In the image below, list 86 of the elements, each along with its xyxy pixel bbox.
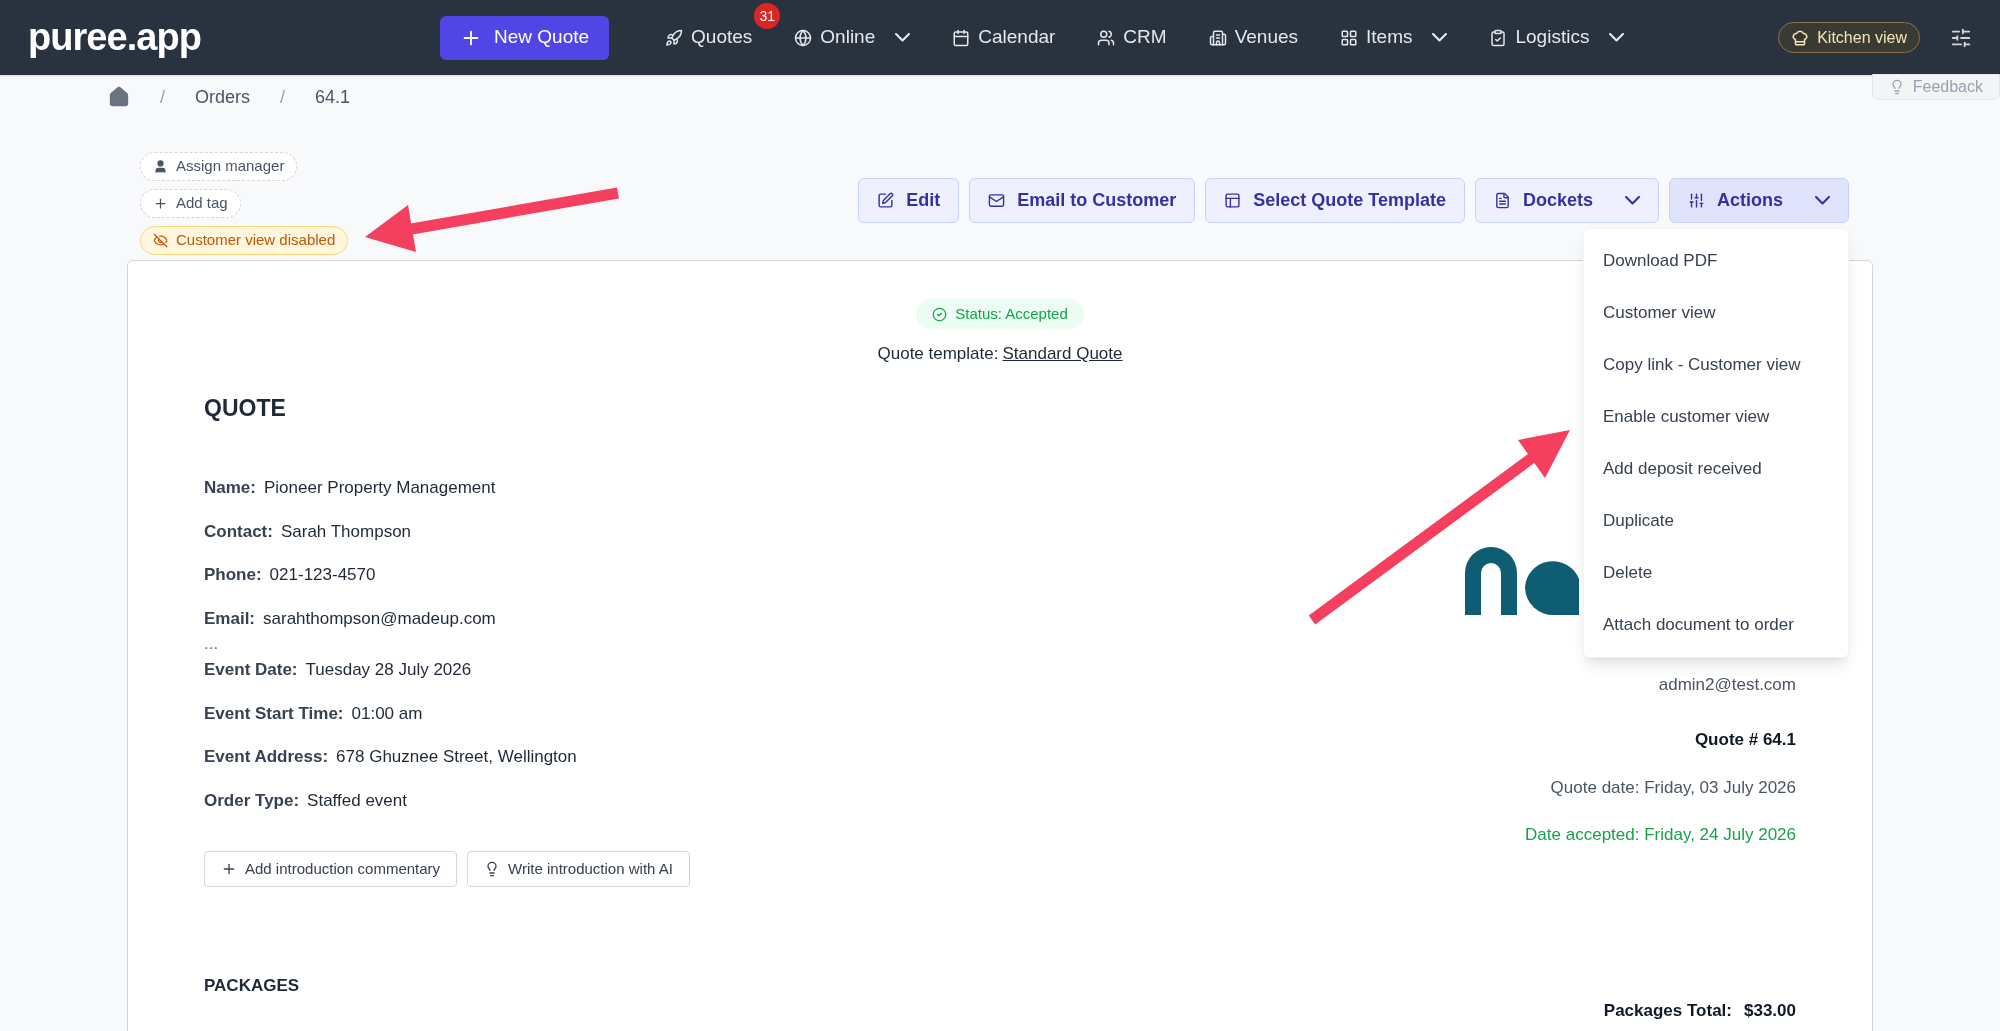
calendar-icon	[952, 28, 971, 47]
menu-item[interactable]: Attach document to order	[1584, 599, 1848, 651]
users-icon	[1097, 28, 1116, 47]
sliders-icon	[1688, 192, 1705, 209]
breadcrumb-separator: /	[160, 85, 165, 109]
grid-icon	[1340, 28, 1359, 47]
field-value: sarahthompson@madeup.com	[263, 607, 496, 630]
edit-icon	[877, 192, 895, 209]
clipboard-icon	[1489, 28, 1508, 47]
field-value: Tuesday 28 July 2026	[305, 659, 472, 681]
template-label: Quote template:	[877, 343, 999, 365]
notification-badge: 31	[754, 3, 781, 30]
home-icon[interactable]	[108, 86, 130, 108]
quote-title: QUOTE	[204, 393, 287, 423]
field-value: Pioneer Property Management	[263, 477, 496, 499]
settings-icon[interactable]	[1950, 26, 1972, 49]
section-heading: PACKAGES	[204, 975, 301, 997]
plus-icon	[221, 861, 237, 877]
chevron-down-icon	[1432, 33, 1448, 42]
breadcrumb-item: 64.1	[315, 85, 351, 109]
field-label: Phone:	[204, 564, 262, 586]
nav-menu-item[interactable]: CRM	[1097, 23, 1167, 52]
plus-icon	[153, 196, 168, 211]
document-icon	[1493, 192, 1511, 209]
quote-date: Quote date: Friday, 03 July 2026	[1550, 776, 1796, 799]
quote-number: Quote # 64.1	[1694, 729, 1796, 751]
field-label: Event Address:	[204, 746, 329, 768]
tag-button[interactable]: Add tag	[140, 189, 241, 218]
check-circle-icon	[932, 306, 948, 322]
toolbar-button[interactable]: Email to Customer	[969, 178, 1196, 223]
field-label: Contact:	[204, 520, 273, 543]
company-email: admin2@test.com	[1658, 673, 1796, 696]
field-value: 678 Ghuznee Street, Wellington	[336, 746, 577, 768]
field-label: Name:	[204, 477, 256, 499]
chef-hat-icon	[1791, 28, 1810, 47]
chevron-down-icon	[1609, 33, 1625, 42]
eye-off-icon	[153, 233, 168, 248]
field-value: Sarah Thompson	[280, 520, 412, 543]
template-icon	[1224, 192, 1242, 209]
rocket-icon	[665, 28, 684, 47]
chevron-down-icon	[1815, 196, 1830, 205]
menu-item[interactable]: Download PDF	[1584, 235, 1848, 287]
ellipsis-text: ...	[204, 635, 220, 653]
field-value: 01:00 am	[351, 702, 423, 725]
nav-menu-item[interactable]: Logistics	[1489, 23, 1625, 52]
new-quote-button[interactable]: New Quote	[440, 15, 610, 60]
status-tag[interactable]: Customer view disabled	[140, 226, 349, 255]
person-icon	[153, 159, 168, 174]
packages-total-value: $33.00	[1744, 999, 1796, 1022]
template-link[interactable]: Standard Quote	[1002, 341, 1123, 367]
field-label: Event Start Time:	[204, 702, 344, 725]
chevron-down-icon	[895, 33, 911, 42]
status-badge: Status: Accepted	[916, 299, 1084, 329]
nav-menu-item[interactable]: Quotes	[665, 23, 753, 52]
field-label: Event Date:	[204, 659, 298, 681]
menu-item[interactable]: Duplicate	[1584, 495, 1848, 547]
intro-button[interactable]: Write introduction with AI	[467, 851, 690, 887]
chevron-down-icon	[1625, 196, 1640, 205]
tag-button[interactable]: Assign manager	[140, 152, 298, 181]
menu-item[interactable]: Customer view	[1584, 287, 1848, 339]
app-logo[interactable]: puree.app	[28, 9, 440, 66]
toolbar-button[interactable]: Actions	[1669, 178, 1849, 223]
field-value: 021-123-4570	[269, 564, 376, 586]
kitchen-view-button[interactable]: Kitchen view	[1778, 22, 1920, 53]
intro-button[interactable]: Add introduction commentary	[204, 851, 458, 887]
packages-total-label: Packages Total:	[1603, 999, 1732, 1022]
nav-menu-item[interactable]: Venues	[1208, 23, 1299, 52]
building-icon	[1208, 28, 1227, 47]
date-accepted: Date accepted: Friday, 24 July 2026	[1525, 824, 1796, 846]
menu-item[interactable]: Delete	[1584, 547, 1848, 599]
field-label: Order Type:	[204, 789, 300, 812]
breadcrumb-separator: /	[280, 85, 286, 109]
menu-item[interactable]: Enable customer view	[1584, 391, 1848, 443]
field-value: Staffed event	[307, 789, 407, 812]
breadcrumb-item[interactable]: Orders	[195, 83, 251, 111]
toolbar-button[interactable]: Select Quote Template	[1205, 178, 1465, 223]
menu-item[interactable]: Copy link - Customer view	[1584, 339, 1848, 391]
globe-icon	[794, 28, 813, 47]
nav-menu-item[interactable]: Items	[1340, 23, 1448, 52]
toolbar-button[interactable]: Dockets	[1474, 178, 1659, 223]
nav-menu-item[interactable]: Online	[794, 23, 911, 52]
nav-menu-item[interactable]: Calendar	[952, 23, 1056, 52]
toolbar-button[interactable]: Edit	[858, 178, 960, 223]
mail-icon	[988, 192, 1006, 209]
menu-item[interactable]: Add deposit received	[1584, 443, 1848, 495]
field-label: Email:	[204, 607, 256, 630]
